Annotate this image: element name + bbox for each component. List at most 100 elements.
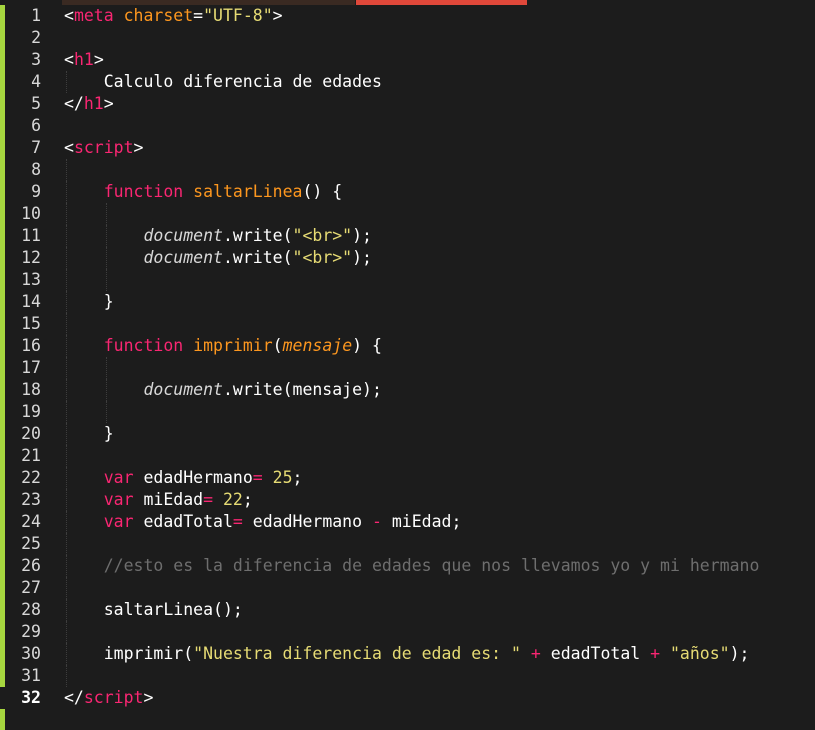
- code-line[interactable]: 8: [0, 159, 815, 181]
- code-token: var: [103, 468, 134, 487]
- code-token: "<br>": [292, 226, 353, 245]
- code-text: </script>: [64, 687, 153, 709]
- code-text: <h1>: [64, 49, 104, 71]
- code-token: "<br>": [292, 248, 353, 267]
- line-number: 13: [21, 270, 41, 289]
- code-token: "años": [670, 644, 730, 663]
- code-token: document: [143, 248, 223, 267]
- code-line[interactable]: 26 //esto es la diferencia de edades que…: [0, 555, 815, 577]
- code-line[interactable]: 4 Calculo diferencia de edades: [0, 71, 815, 93]
- code-token: =: [203, 490, 214, 509]
- code-text: </h1>: [64, 93, 114, 115]
- code-token: script: [83, 688, 144, 707]
- code-text: <script>: [64, 137, 143, 159]
- line-number: 21: [21, 446, 41, 465]
- code-line[interactable]: 27: [0, 577, 815, 599]
- code-text: document.write(mensaje);: [64, 379, 381, 401]
- line-number: 30: [21, 644, 41, 663]
- code-line[interactable]: 21: [0, 445, 815, 467]
- code-token: </: [64, 94, 84, 113]
- indent-guide: [66, 533, 68, 555]
- line-number: 6: [31, 116, 41, 135]
- line-number: 10: [21, 204, 41, 223]
- code-token: (: [272, 336, 283, 355]
- code-line[interactable]: 32 </script>: [0, 687, 815, 709]
- indent-guide: [105, 401, 108, 423]
- code-line[interactable]: 9 function saltarLinea() {: [0, 181, 815, 203]
- code-line[interactable]: 7 <script>: [0, 137, 815, 159]
- indent-guide: [66, 401, 68, 423]
- code-token: ;: [242, 490, 253, 509]
- code-line[interactable]: 15: [0, 313, 815, 335]
- code-line[interactable]: 29: [0, 621, 815, 643]
- code-text: }: [64, 423, 114, 445]
- code-line[interactable]: 28 saltarLinea();: [0, 599, 815, 621]
- code-text: }: [64, 291, 114, 313]
- code-token: .write(: [222, 226, 293, 245]
- code-line[interactable]: 30 imprimir("Nuestra diferencia de edad …: [0, 643, 815, 665]
- code-line[interactable]: 19: [0, 401, 815, 423]
- code-token: function: [103, 182, 184, 201]
- code-token: imprimir: [193, 336, 273, 355]
- line-number: 12: [21, 248, 41, 267]
- code-text: var miEdad= 22;: [64, 489, 253, 511]
- code-token: }: [64, 424, 114, 443]
- code-token: miEdad;: [381, 512, 462, 531]
- code-token: >: [272, 6, 283, 25]
- line-number: 29: [21, 622, 41, 641]
- code-line[interactable]: 31: [0, 665, 815, 687]
- code-line[interactable]: 14 }: [0, 291, 815, 313]
- code-token: saltarLinea();: [64, 600, 243, 619]
- code-line[interactable]: 3 <h1>: [0, 49, 815, 71]
- code-line[interactable]: 25: [0, 533, 815, 555]
- line-number: 7: [31, 138, 41, 157]
- code-line[interactable]: 24 var edadTotal= edadHermano - miEdad;: [0, 511, 815, 533]
- code-line[interactable]: 13: [0, 269, 815, 291]
- code-text: function saltarLinea() {: [64, 181, 342, 203]
- indent-guide: [66, 203, 68, 225]
- code-line[interactable]: 17: [0, 357, 815, 379]
- code-line[interactable]: 1 <meta charset="UTF-8">: [0, 5, 815, 27]
- code-token: +: [650, 644, 661, 663]
- line-number: 9: [31, 182, 41, 201]
- line-number: 22: [21, 468, 41, 487]
- indent-guide: [66, 269, 68, 291]
- code-line[interactable]: 23 var miEdad= 22;: [0, 489, 815, 511]
- code-text: var edadHermano= 25;: [64, 467, 303, 489]
- code-line[interactable]: 5 </h1>: [0, 93, 815, 115]
- code-line[interactable]: 11 document.write("<br>");: [0, 225, 815, 247]
- code-text: var edadTotal= edadHermano - miEdad;: [64, 511, 462, 533]
- code-token: edadHermano: [242, 512, 372, 531]
- code-text: document.write("<br>");: [64, 247, 372, 269]
- code-token: =: [232, 512, 243, 531]
- code-line[interactable]: 10: [0, 203, 815, 225]
- indent-guide: [105, 269, 108, 291]
- code-token: );: [729, 644, 750, 663]
- code-token: var: [103, 490, 134, 509]
- code-text: function imprimir(mensaje) {: [64, 335, 382, 357]
- line-number: 17: [21, 358, 41, 377]
- code-line[interactable]: 20 }: [0, 423, 815, 445]
- code-token: 22: [222, 490, 243, 509]
- code-line[interactable]: 6: [0, 115, 815, 137]
- code-token: <: [64, 50, 74, 69]
- code-token: h1: [83, 94, 104, 113]
- code-token: var: [103, 512, 134, 531]
- line-number: 25: [21, 534, 41, 553]
- code-line[interactable]: 18 document.write(mensaje);: [0, 379, 815, 401]
- code-token: 25: [272, 468, 293, 487]
- code-line[interactable]: 22 var edadHermano= 25;: [0, 467, 815, 489]
- code-editor[interactable]: 1 <meta charset="UTF-8"> 2 3 <h1> 4 Calculo d…: [0, 5, 815, 709]
- code-line[interactable]: 16 function imprimir(mensaje) {: [0, 335, 815, 357]
- code-line[interactable]: 2: [0, 27, 815, 49]
- code-line[interactable]: 12 document.write("<br>");: [0, 247, 815, 269]
